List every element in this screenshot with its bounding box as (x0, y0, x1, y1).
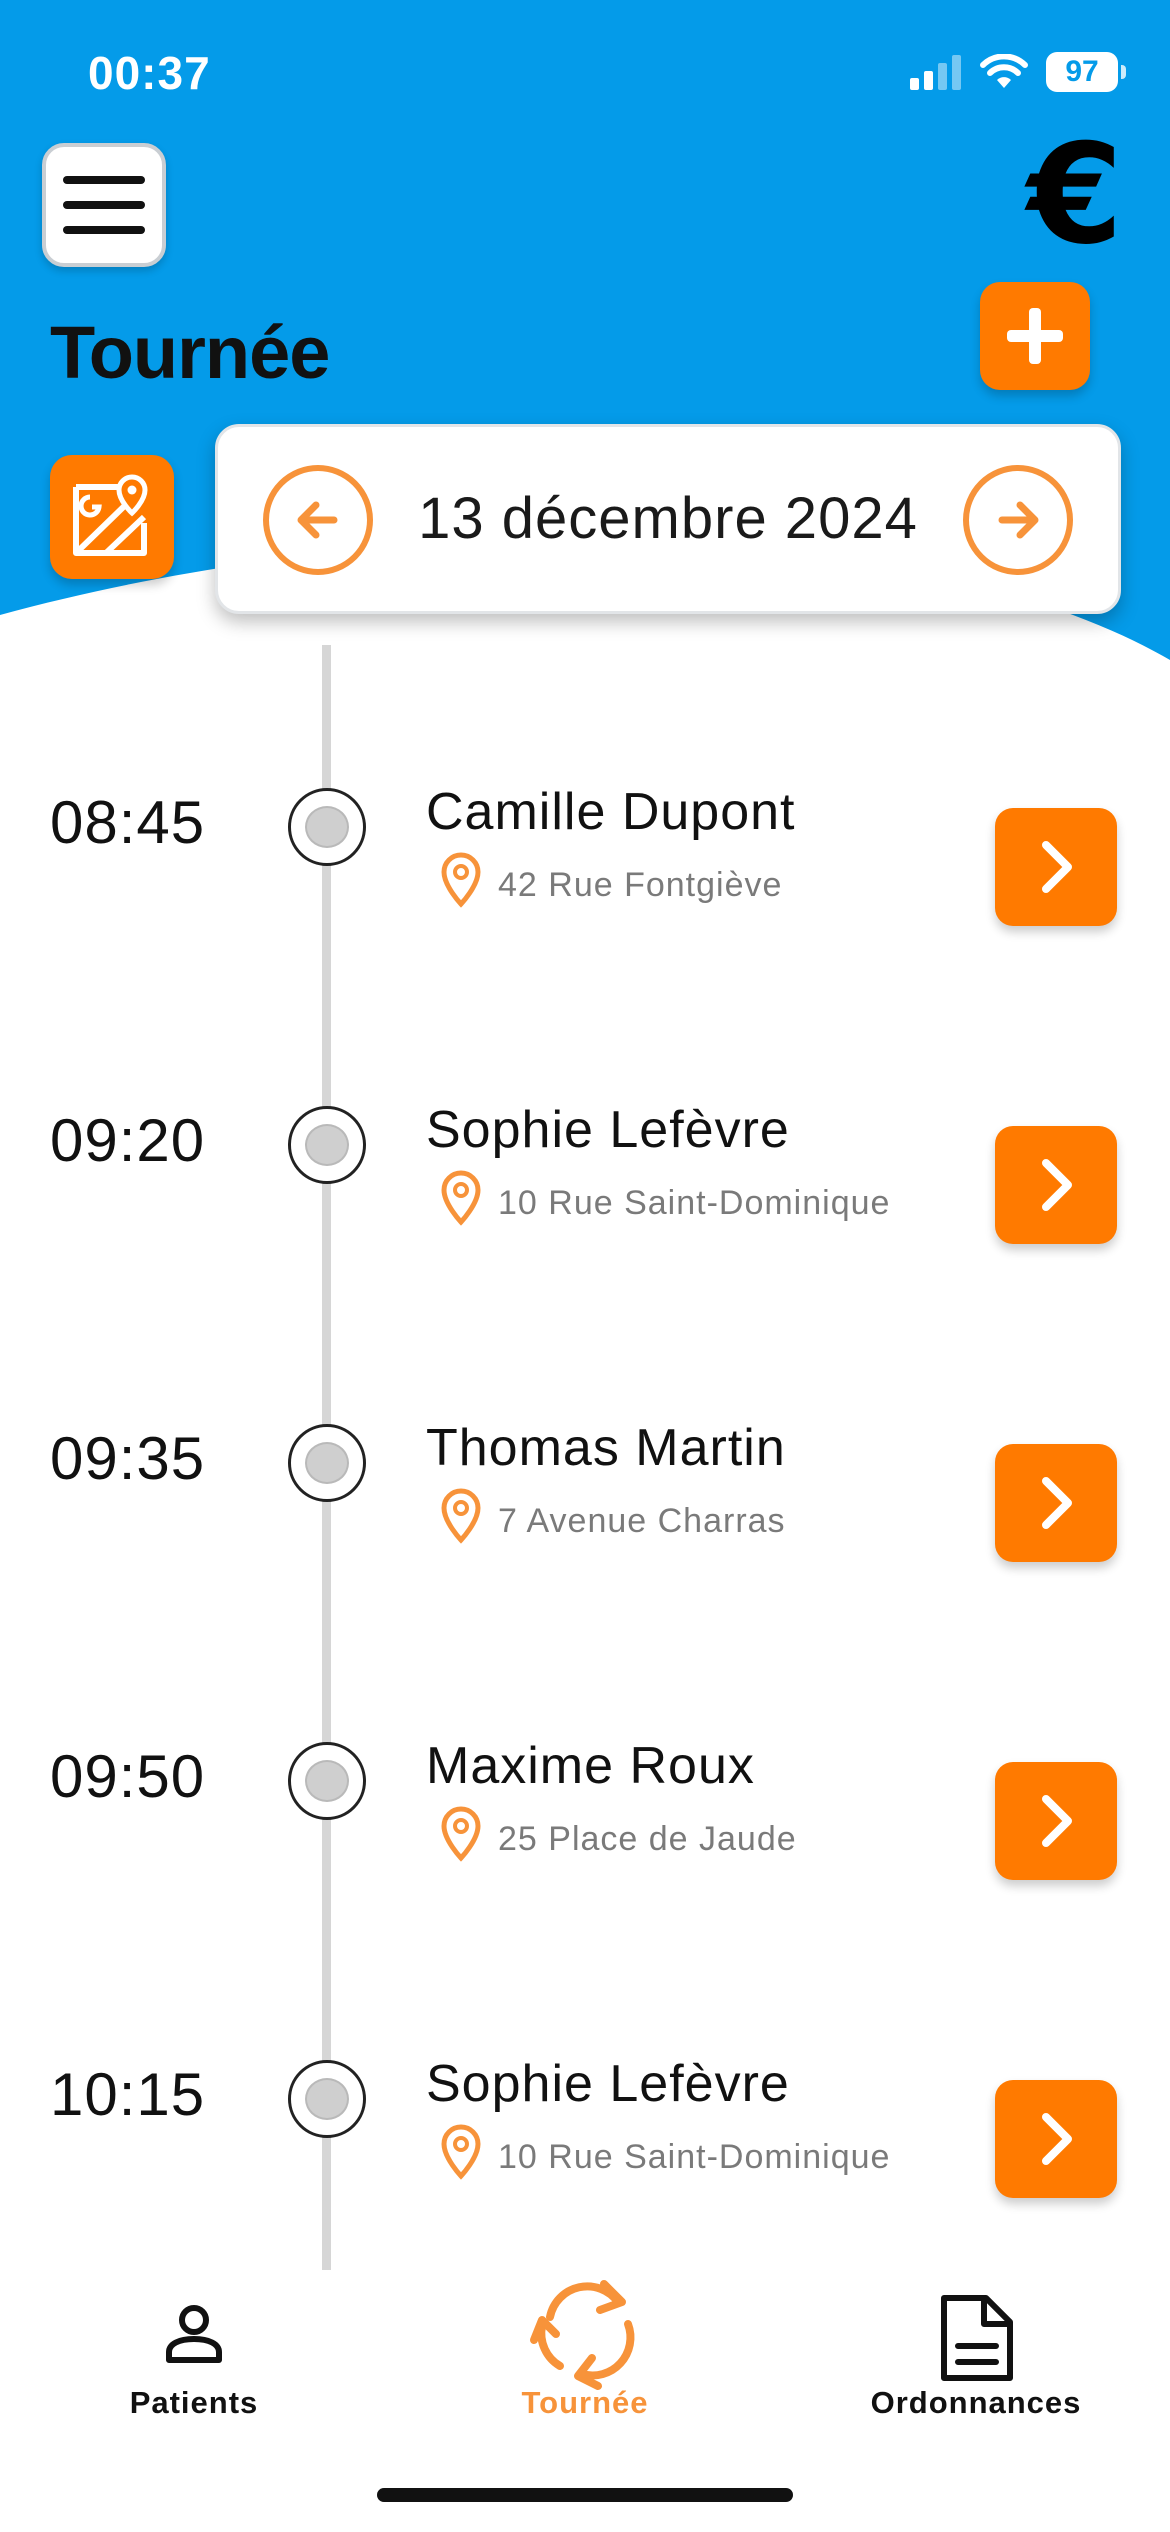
appointment-time: 10:15 (50, 2061, 206, 2128)
refresh-cycle-icon (530, 2280, 635, 2390)
appointment-item: 09:35 Thomas Martin 7 Avenue Charras (0, 1404, 1170, 1604)
chevron-right-icon (1042, 1159, 1072, 1211)
patient-name: Thomas Martin (426, 1419, 786, 1477)
page-title: Tournée (50, 311, 330, 394)
plus-icon (1007, 308, 1063, 364)
euro-icon: € (1026, 114, 1124, 275)
menu-button[interactable] (42, 143, 166, 267)
hamburger-menu-icon-line (63, 201, 145, 209)
location-pin-icon (441, 852, 481, 908)
appointment-time: 09:20 (50, 1107, 206, 1174)
status-bar-time: 00:37 (88, 47, 211, 99)
open-appointment-button[interactable] (995, 2080, 1117, 2198)
patient-address: 42 Rue Fontgiève (498, 866, 783, 904)
patient-address: 10 Rue Saint-Dominique (498, 1184, 891, 1222)
timeline-dot (288, 1424, 366, 1502)
document-icon (941, 2295, 1013, 2381)
chevron-right-icon (1042, 2113, 1072, 2165)
arrow-right-icon (998, 501, 1039, 539)
appointment-time: 09:35 (50, 1425, 206, 1492)
chevron-right-icon (1042, 1795, 1072, 1847)
battery-indicator: 97 (1046, 52, 1126, 92)
open-maps-button[interactable] (50, 455, 174, 579)
tab-patients[interactable]: Patients (44, 2270, 344, 2450)
previous-day-button[interactable] (263, 465, 373, 575)
location-pin-icon (441, 1488, 481, 1544)
status-bar-icons: 97 (910, 50, 1126, 94)
tab-tournee[interactable]: Tournée (435, 2270, 735, 2450)
home-indicator (377, 2488, 793, 2502)
tab-label: Patients (129, 2385, 259, 2420)
add-appointment-button[interactable] (980, 282, 1090, 390)
timeline-dot (288, 2060, 366, 2138)
wifi-icon (980, 54, 1028, 88)
open-appointment-button[interactable] (995, 1444, 1117, 1562)
chevron-right-icon (1042, 841, 1072, 893)
arrow-left-icon (297, 501, 338, 539)
appointment-time: 08:45 (50, 789, 206, 856)
patient-name: Sophie Lefèvre (426, 1101, 790, 1159)
tab-label: Tournée (521, 2385, 649, 2420)
open-appointment-button[interactable] (995, 808, 1117, 926)
current-date: 13 décembre 2024 (418, 486, 918, 551)
appointment-time: 09:50 (50, 1743, 206, 1810)
location-pin-icon (441, 1806, 481, 1862)
tab-label: Ordonnances (870, 2385, 1082, 2420)
patient-address: 10 Rue Saint-Dominique (498, 2138, 891, 2176)
hamburger-menu-icon (63, 176, 145, 184)
appointment-item: 08:45 Camille Dupont 42 Rue Fontgiève (0, 768, 1170, 968)
timeline-dot (288, 1106, 366, 1184)
appointment-item: 10:15 Sophie Lefèvre 10 Rue Saint-Domini… (0, 2040, 1170, 2240)
hamburger-menu-icon-line (63, 226, 145, 234)
patient-address: 7 Avenue Charras (498, 1502, 786, 1540)
appointment-item: 09:50 Maxime Roux 25 Place de Jaude (0, 1722, 1170, 1922)
timeline-dot (288, 1742, 366, 1820)
patient-name: Maxime Roux (426, 1737, 755, 1795)
patient-name: Camille Dupont (426, 783, 796, 841)
location-pin-icon (441, 2124, 481, 2180)
open-appointment-button[interactable] (995, 1126, 1117, 1244)
chevron-right-icon (1042, 1477, 1072, 1529)
patient-name: Sophie Lefèvre (426, 2055, 790, 2113)
euro-button[interactable]: € (1010, 126, 1140, 264)
person-icon (166, 2305, 222, 2363)
appointment-item: 09:20 Sophie Lefèvre 10 Rue Saint-Domini… (0, 1086, 1170, 1286)
next-day-button[interactable] (963, 465, 1073, 575)
google-maps-icon (73, 474, 148, 556)
bottom-tab-bar: Patients Tournée Ordonnances (0, 2270, 1170, 2450)
tab-ordonnances[interactable]: Ordonnances (826, 2270, 1126, 2450)
open-appointment-button[interactable] (995, 1762, 1117, 1880)
timeline-dot (288, 788, 366, 866)
patient-address: 25 Place de Jaude (498, 1820, 797, 1858)
cellular-signal-icon (910, 55, 961, 90)
date-navigator: 13 décembre 2024 (215, 424, 1121, 614)
location-pin-icon (441, 1170, 481, 1226)
